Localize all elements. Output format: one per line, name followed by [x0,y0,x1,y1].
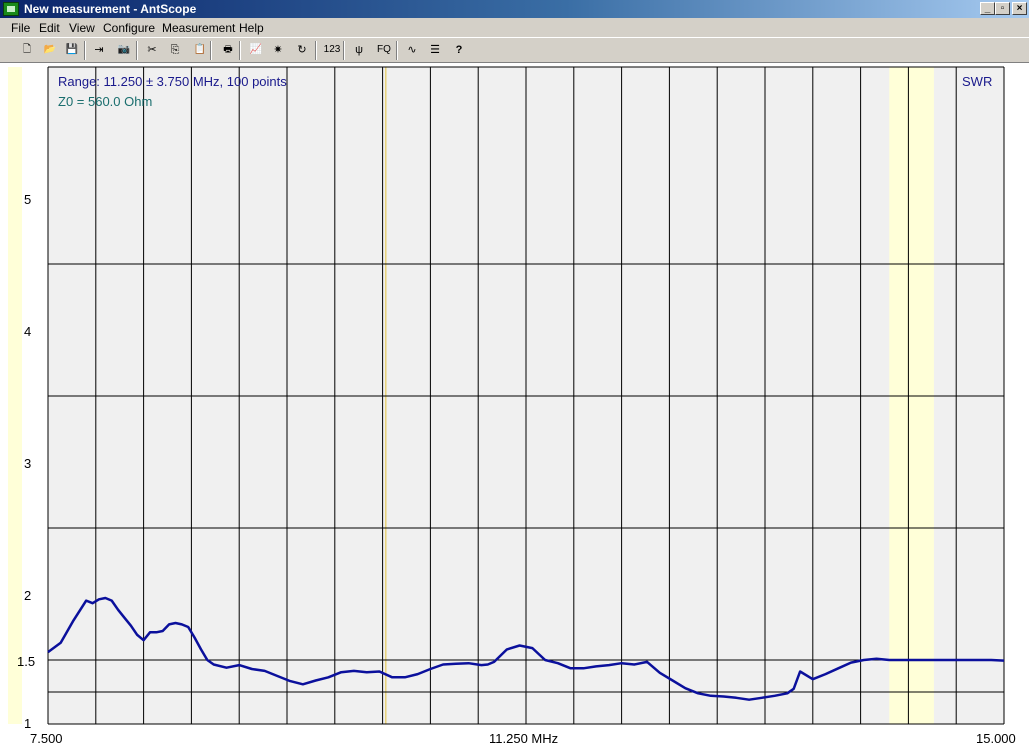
x-tick-label: 15.000 [976,731,1016,746]
swr-plot-area: Range: 11.250 ± 3.750 MHz, 100 points Z0… [0,63,1029,747]
toolbar-separator [343,41,345,60]
minimize-button[interactable]: _ [980,2,995,15]
save-icon[interactable]: 💾 [62,42,82,58]
title-bar: New measurement - AntScope _ ▫ × [0,0,1029,18]
fq-icon[interactable]: FQ [374,42,394,58]
x-axis-label: 11.250 MHz [489,731,559,746]
toolbar-separator [210,41,212,60]
help-icon[interactable]: ? [451,42,467,58]
range-info: Range: 11.250 ± 3.750 MHz, 100 points [58,74,287,89]
toolbar-separator [396,41,398,60]
menu-bar: File Edit View Configure Measurement Hel… [0,18,1029,37]
list-icon[interactable]: ☰ [427,42,443,58]
y-tick-label: 4 [24,324,32,339]
toolbar: 🗋 📂 💾 ⇥ 📷 ✂ ⎘ 📋 🖶 📈 ✷ ↻ 123 ψ FQ ∿ ☰? [0,37,1029,63]
open-folder-icon[interactable]: 📂 [40,42,60,58]
cut-icon[interactable]: ✂ [144,42,160,58]
menu-configure[interactable]: Configure [103,21,155,35]
antenna-icon[interactable]: ψ [351,42,367,58]
menu-help[interactable]: Help [239,21,264,35]
toolbar-separator [136,41,138,60]
menu-measurement[interactable]: Measurement [162,21,235,35]
export-icon[interactable]: ⇥ [91,42,107,58]
app-icon [3,2,19,16]
x-tick-label: 7.500 [30,731,63,746]
paste-icon[interactable]: 📋 [190,42,210,58]
curve-icon[interactable]: ∿ [404,42,420,58]
band-highlight [8,67,22,724]
impedance-info: Z0 = 560.0 Ohm [58,94,153,109]
y-tick-label: 3 [24,456,32,471]
refresh-icon[interactable]: ↻ [294,42,310,58]
new-file-icon[interactable]: 🗋 [17,42,37,58]
menu-view[interactable]: View [69,21,95,35]
copy-icon[interactable]: ⎘ [167,42,183,58]
numbers-icon[interactable]: 123 [322,42,342,58]
swr-mode-label: SWR [962,74,993,89]
swr-chart [8,66,1005,725]
close-button[interactable]: × [1012,2,1027,15]
y-tick-label: 5 [24,192,32,207]
toolbar-separator [315,41,317,60]
y-tick-label: 1 [24,716,32,731]
print-icon[interactable]: 🖶 [218,42,238,58]
menu-edit[interactable]: Edit [39,21,60,35]
window-title: New measurement - AntScope [24,2,197,16]
menu-file[interactable]: File [11,21,30,35]
star-marker-icon[interactable]: ✷ [270,42,286,58]
camera-icon[interactable]: 📷 [114,42,134,58]
toolbar-separator [84,41,86,60]
y-tick-label: 1.5 [17,654,36,669]
chart-icon[interactable]: 📈 [246,42,266,58]
toolbar-separator [239,41,241,60]
maximize-button[interactable]: ▫ [995,2,1010,15]
y-tick-label: 2 [24,588,32,603]
